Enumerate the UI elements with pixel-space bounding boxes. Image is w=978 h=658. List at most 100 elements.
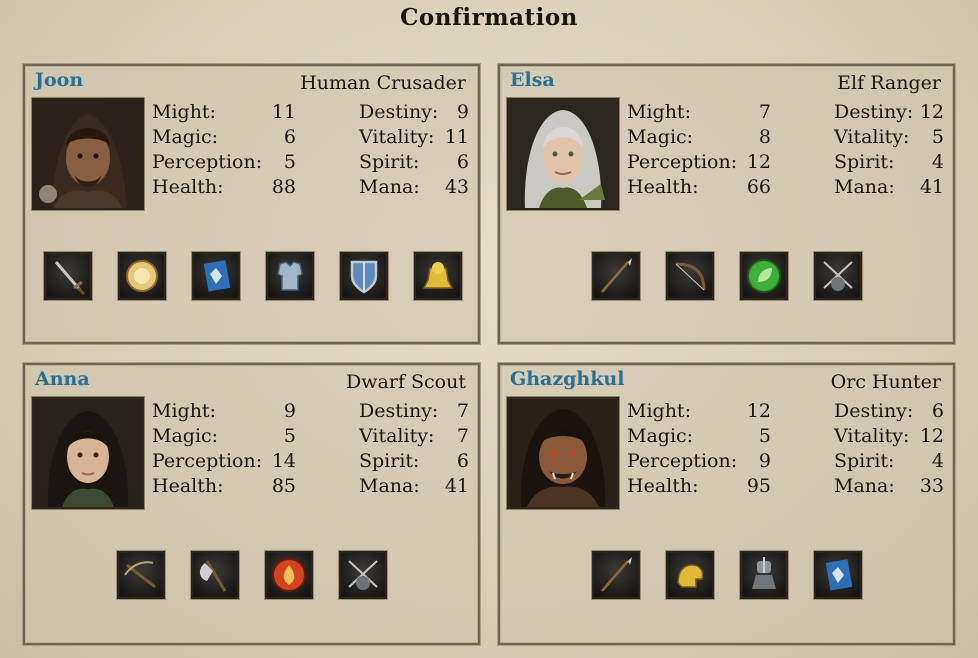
perception-label: Perception: xyxy=(152,151,263,173)
perception-value: 5 xyxy=(283,151,296,173)
secondary-stats: Destiny: 9 Vitality: 11 Spirit: 6 Mana: 43 xyxy=(359,100,469,200)
vitality-label: Vitality: xyxy=(834,425,910,447)
item-slot[interactable] xyxy=(813,251,863,301)
item-slot[interactable] xyxy=(591,550,641,600)
scroll-icon xyxy=(203,260,231,292)
page-title: Confirmation xyxy=(400,4,578,31)
primary-stats: Might: 12 Magic: 5 Perception: 9 Health: 95 xyxy=(627,399,771,499)
magic-value: 6 xyxy=(283,126,296,148)
item-slot[interactable] xyxy=(339,251,389,301)
item-slot[interactable] xyxy=(665,550,715,600)
perception-label: Perception: xyxy=(152,450,263,472)
spirit-label: Spirit: xyxy=(834,151,895,173)
character-card-joon[interactable]: Joon Human Crusader Might: 11 Magic: 6 Per… xyxy=(23,64,480,344)
knight-icon xyxy=(752,557,776,589)
character-card-ghazghkul[interactable]: Ghazghkul Orc Hunter Might: 12 Magic: 5 Pe… xyxy=(498,363,955,645)
equipment-row xyxy=(500,251,953,302)
item-slot[interactable] xyxy=(117,251,167,301)
character-card-elsa[interactable]: Elsa Elf Ranger Might: 7 Magic: 8 Percepti… xyxy=(498,64,955,344)
magic-label: Magic: xyxy=(152,126,219,148)
item-slot[interactable] xyxy=(413,251,463,301)
health-label: Health: xyxy=(152,475,224,497)
mana-value: 41 xyxy=(919,176,944,198)
character-class: Dwarf Scout xyxy=(346,371,466,393)
gauntlet-icon xyxy=(422,262,454,289)
secondary-stats: Destiny: 12 Vitality: 5 Spirit: 4 Mana: 41 xyxy=(834,100,944,200)
character-portrait xyxy=(506,97,620,211)
perception-value: 9 xyxy=(758,450,771,472)
might-value: 9 xyxy=(283,400,296,422)
item-slot[interactable] xyxy=(665,251,715,301)
magic-value: 5 xyxy=(758,425,771,447)
nature-orb-icon xyxy=(747,259,781,293)
perception-label: Perception: xyxy=(627,450,738,472)
vitality-value: 12 xyxy=(919,425,944,447)
scroll-icon xyxy=(825,559,853,591)
mana-label: Mana: xyxy=(834,475,895,497)
health-label: Health: xyxy=(627,176,699,198)
destiny-value: 6 xyxy=(931,400,944,422)
destiny-value: 7 xyxy=(456,400,469,422)
perception-label: Perception: xyxy=(627,151,738,173)
item-slot[interactable] xyxy=(264,550,314,600)
equipment-row xyxy=(25,550,478,601)
vitality-value: 11 xyxy=(444,126,469,148)
health-label: Health: xyxy=(627,475,699,497)
shield-icon xyxy=(350,260,378,294)
spirit-value: 6 xyxy=(456,450,469,472)
vitality-label: Vitality: xyxy=(834,126,910,148)
equipment-row xyxy=(25,251,478,302)
magic-value: 5 xyxy=(283,425,296,447)
sword-icon xyxy=(54,261,86,296)
amulet-icon xyxy=(126,260,158,292)
dual-wield-icon xyxy=(348,560,378,590)
item-slot[interactable] xyxy=(591,251,641,301)
item-slot[interactable] xyxy=(813,550,863,600)
chest-armor-icon xyxy=(277,261,303,291)
dual-wield-icon xyxy=(823,261,853,291)
item-slot[interactable] xyxy=(739,550,789,600)
character-name: Anna xyxy=(35,368,90,390)
might-value: 11 xyxy=(271,101,296,123)
character-class: Human Crusader xyxy=(300,72,466,94)
equipment-row xyxy=(500,550,953,601)
bow-icon xyxy=(675,262,706,291)
mana-label: Mana: xyxy=(359,475,420,497)
might-label: Might: xyxy=(627,101,691,123)
spirit-label: Spirit: xyxy=(359,450,420,472)
mana-label: Mana: xyxy=(359,176,420,198)
item-slot[interactable] xyxy=(116,550,166,600)
item-slot[interactable] xyxy=(265,251,315,301)
perception-value: 12 xyxy=(746,151,771,173)
spirit-value: 4 xyxy=(931,450,944,472)
might-value: 7 xyxy=(758,101,771,123)
health-value: 85 xyxy=(271,475,296,497)
primary-stats: Might: 9 Magic: 5 Perception: 14 Health: 85 xyxy=(152,399,296,499)
magic-value: 8 xyxy=(758,126,771,148)
character-class: Orc Hunter xyxy=(830,371,941,393)
destiny-value: 12 xyxy=(919,101,944,123)
item-slot[interactable] xyxy=(739,251,789,301)
magic-label: Magic: xyxy=(152,425,219,447)
character-portrait xyxy=(506,396,620,510)
destiny-label: Destiny: xyxy=(834,101,914,123)
secondary-stats: Destiny: 6 Vitality: 12 Spirit: 4 Mana: 33 xyxy=(834,399,944,499)
might-label: Might: xyxy=(152,101,216,123)
spirit-label: Spirit: xyxy=(834,450,895,472)
mana-value: 41 xyxy=(444,475,469,497)
health-value: 66 xyxy=(746,176,771,198)
item-slot[interactable] xyxy=(338,550,388,600)
magic-label: Magic: xyxy=(627,425,694,447)
destiny-label: Destiny: xyxy=(359,400,439,422)
item-slot[interactable] xyxy=(190,550,240,600)
spirit-value: 6 xyxy=(456,151,469,173)
might-value: 12 xyxy=(746,400,771,422)
character-class: Elf Ranger xyxy=(837,72,941,94)
mana-value: 33 xyxy=(919,475,944,497)
item-slot[interactable] xyxy=(43,251,93,301)
spirit-value: 4 xyxy=(931,151,944,173)
item-slot[interactable] xyxy=(191,251,241,301)
primary-stats: Might: 11 Magic: 6 Perception: 5 Health: 88 xyxy=(152,100,296,200)
character-card-anna[interactable]: Anna Dwarf Scout Might: 9 Magic: 5 Percept… xyxy=(23,363,480,645)
spirit-label: Spirit: xyxy=(359,151,420,173)
